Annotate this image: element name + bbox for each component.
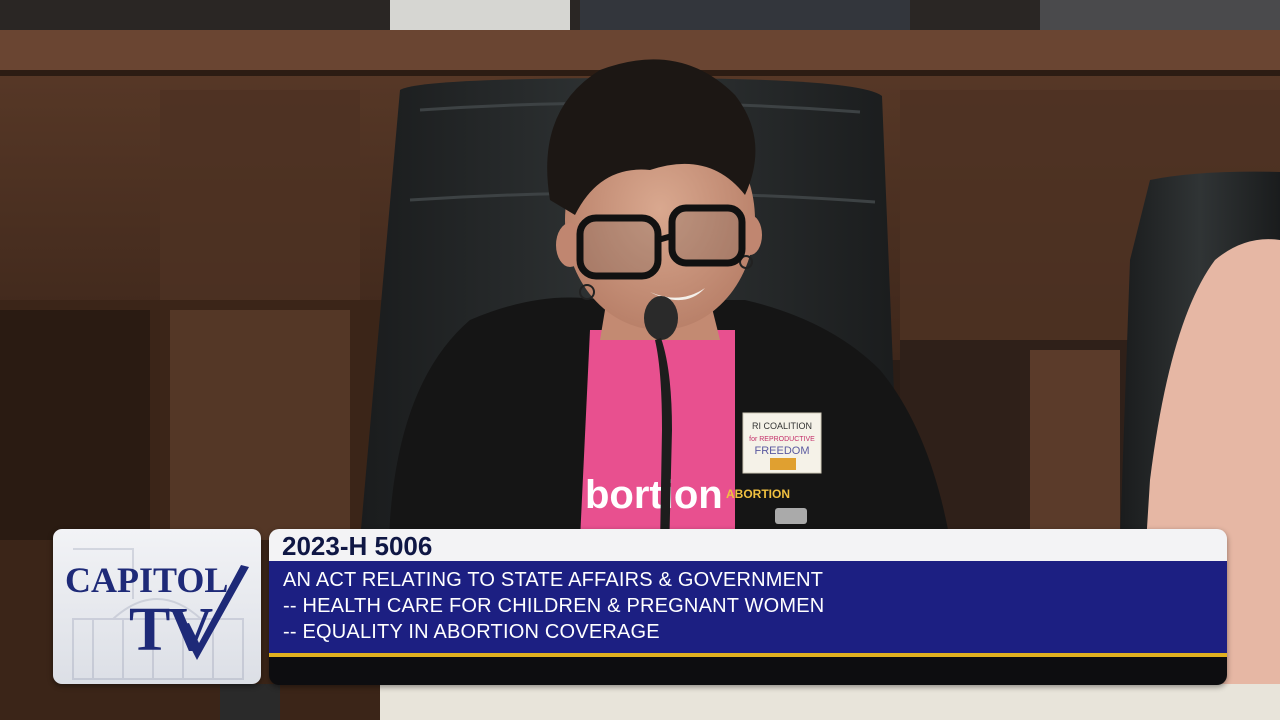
bill-title-panel: AN ACT RELATING TO STATE AFFAIRS & GOVER…: [269, 561, 1227, 653]
bill-footer-bar: [269, 657, 1227, 685]
badge-line2: for REPRODUCTIVE: [749, 436, 815, 443]
bill-lower-third: 2023-H 5006 AN ACT RELATING TO STATE AFF…: [269, 529, 1227, 685]
badge-line3: FREEDOM: [755, 445, 810, 457]
checkmark-icon: [179, 565, 249, 660]
bill-number-bar: 2023-H 5006: [269, 529, 1227, 561]
bill-number: 2023-H 5006: [282, 531, 433, 561]
abortion-pin: ABORTION: [726, 487, 790, 501]
bill-subtitle-line: -- HEALTH CARE FOR CHILDREN & PREGNANT W…: [283, 595, 825, 617]
shirt-text: bortion: [585, 473, 723, 517]
bill-subtitle-line: -- EQUALITY IN ABORTION COVERAGE: [283, 621, 660, 643]
capitol-tv-logo: CAPITOL TV: [53, 529, 261, 684]
badge-line1: RI COALITION: [752, 421, 812, 431]
bill-title-line: AN ACT RELATING TO STATE AFFAIRS & GOVER…: [283, 569, 824, 591]
